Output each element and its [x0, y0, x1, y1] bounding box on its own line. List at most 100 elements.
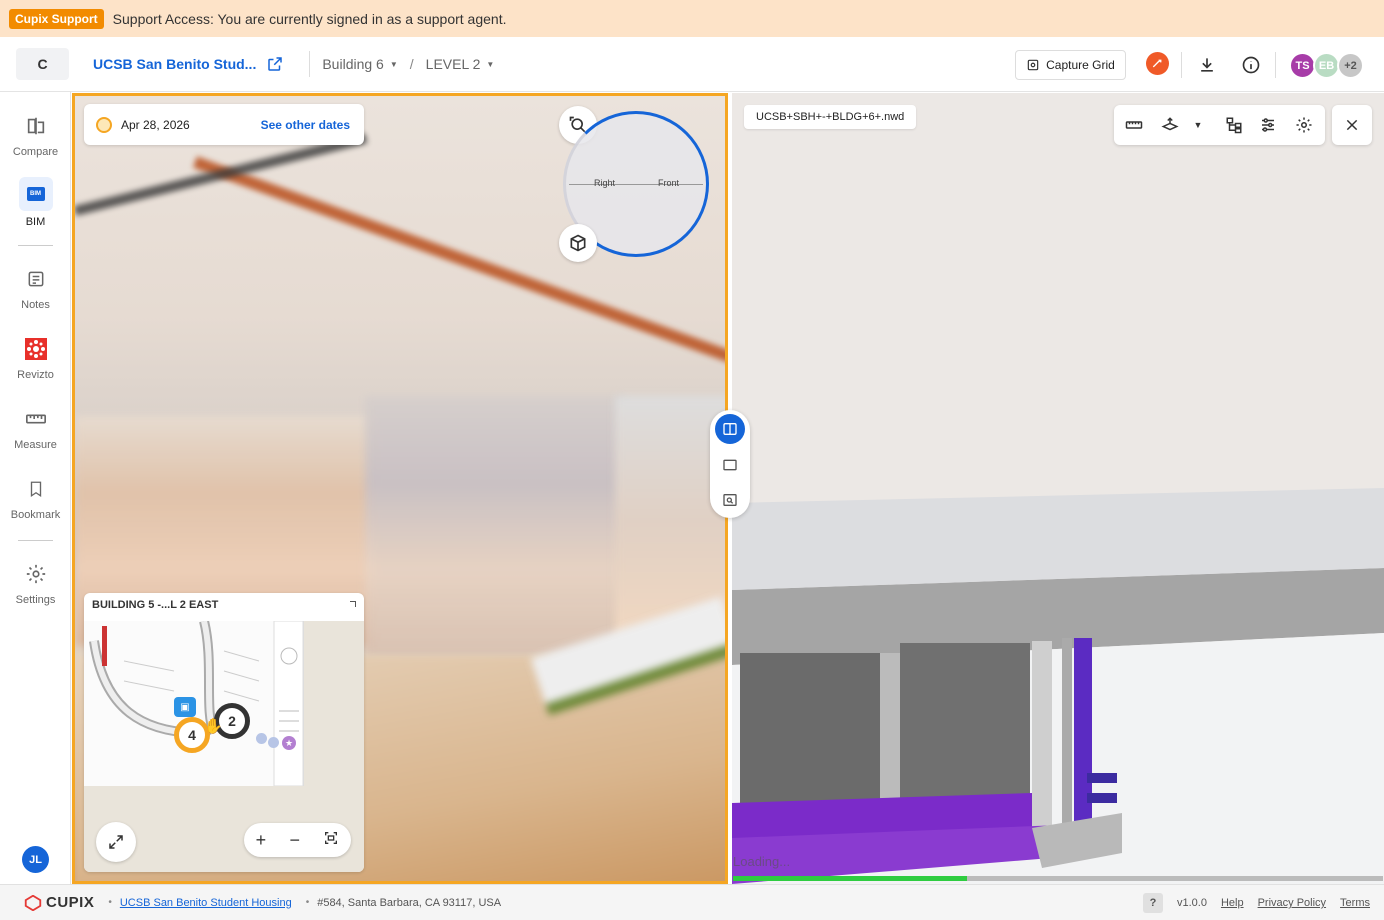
split-view-button[interactable]	[715, 414, 745, 444]
sidebar-item-label: Settings	[15, 594, 56, 606]
level-label: LEVEL 2	[425, 56, 481, 72]
bim-viewer[interactable]	[732, 93, 1384, 884]
camera-marker-icon[interactable]: ▣	[174, 697, 196, 717]
star-marker-icon[interactable]: ★	[282, 736, 296, 750]
left-sidebar: Compare BIM BIM Notes Revizto Measure Bo…	[0, 92, 71, 884]
compass-horizon	[569, 184, 703, 185]
sidebar-item-compare[interactable]: Compare	[0, 112, 71, 158]
footer-separator: •	[305, 897, 310, 908]
capture-date-card: Apr 28, 2026 See other dates	[84, 104, 364, 145]
capture-grid-label: Capture Grid	[1046, 58, 1115, 72]
avatar[interactable]: EB	[1313, 52, 1340, 79]
bim-loading-fill	[733, 876, 967, 881]
cupix-logo-icon	[24, 894, 42, 911]
gear-icon	[22, 560, 50, 588]
close-bim-button[interactable]	[1332, 105, 1372, 145]
help-link[interactable]: Help	[1221, 897, 1244, 909]
revizto-icon	[22, 335, 50, 363]
adjust-sliders-icon[interactable]	[1258, 115, 1278, 135]
sidebar-item-settings[interactable]: Settings	[0, 560, 71, 606]
sidebar-item-label: Compare	[12, 146, 59, 158]
sidebar-item-label: Bookmark	[10, 509, 61, 521]
revizto-sync-icon[interactable]	[1146, 52, 1169, 75]
chevron-down-icon: ▼	[389, 59, 398, 69]
capture-date: Apr 28, 2026	[121, 117, 190, 132]
user-avatar[interactable]: JL	[22, 846, 49, 873]
pano-shelf	[365, 396, 625, 656]
minimap-title: BUILDING 5 -...L 2 EAST	[92, 599, 219, 611]
expand-map-button[interactable]	[96, 822, 136, 862]
sidebar-item-label: Measure	[14, 439, 57, 451]
capture-grid-button[interactable]: Capture Grid	[1015, 50, 1126, 80]
support-banner: Cupix Support Support Access: You are cu…	[0, 0, 1384, 37]
single-view-button[interactable]	[715, 450, 745, 480]
compass-front-label: Front	[658, 178, 680, 188]
sidebar-item-label: BIM	[25, 216, 46, 228]
avatar[interactable]: TS	[1289, 52, 1316, 79]
expand-icon	[109, 835, 123, 849]
compare-icon	[22, 112, 50, 140]
sidebar-item-revizto[interactable]: Revizto	[0, 335, 71, 381]
cupix-logo[interactable]: CUPIX	[24, 894, 94, 911]
brand-name: CUPIX	[46, 894, 95, 911]
breadcrumb-separator: /	[409, 56, 414, 72]
sidebar-item-bim[interactable]: BIM BIM	[0, 177, 71, 228]
map-dot	[256, 733, 267, 744]
expand-corner-icon[interactable]	[350, 601, 356, 607]
ruler-icon	[22, 405, 50, 433]
info-icon[interactable]	[1239, 53, 1263, 77]
sidebar-item-label: Revizto	[17, 369, 54, 381]
floorplan-minimap[interactable]: BUILDING 5 -...L 2 EAST ▣ 2 4 ✋ ★ + −	[84, 593, 364, 872]
download-icon[interactable]	[1195, 53, 1219, 77]
close-icon	[1346, 119, 1358, 131]
bim-loading-text: Loading...	[733, 854, 791, 869]
bim-file-name: UCSB+SBH+-+BLDG+6+.nwd	[744, 105, 917, 129]
project-footer-link[interactable]: UCSB San Benito Student Housing	[120, 897, 292, 909]
cube-icon	[570, 234, 586, 252]
chevron-down-icon[interactable]: ▼	[1188, 115, 1208, 135]
model-tree-icon[interactable]	[1224, 115, 1244, 135]
overlay-search-icon	[723, 494, 737, 506]
map-zoom-controls: + −	[244, 823, 351, 857]
footer-bar: CUPIX • UCSB San Benito Student Housing …	[0, 884, 1384, 920]
notes-icon	[22, 265, 50, 293]
header-divider	[1275, 52, 1276, 78]
ruler-icon[interactable]	[1124, 115, 1144, 135]
header-divider	[1181, 52, 1182, 78]
overlay-view-button[interactable]	[715, 485, 745, 515]
bim-toolbar: ▼	[1114, 105, 1325, 145]
header-divider	[309, 51, 311, 77]
see-other-dates-link[interactable]: See other dates	[261, 118, 350, 132]
sidebar-item-bookmark[interactable]: Bookmark	[0, 475, 71, 521]
building-selector[interactable]: Building 6 ▼	[322, 56, 397, 72]
3d-view-button[interactable]	[559, 224, 597, 262]
terms-link[interactable]: Terms	[1340, 897, 1370, 909]
gear-icon[interactable]	[1294, 115, 1314, 135]
avatar-overflow[interactable]: +2	[1337, 52, 1364, 79]
footer-right: ? v1.0.0 Help Privacy Policy Terms	[1142, 885, 1370, 920]
project-name-link[interactable]: UCSB San Benito Stud...	[93, 56, 256, 72]
hand-cursor-icon: ✋	[204, 718, 223, 735]
zoom-out-button[interactable]: −	[289, 830, 300, 851]
section-plane-icon[interactable]	[1160, 115, 1180, 135]
support-badge: Cupix Support	[9, 8, 104, 29]
privacy-policy-link[interactable]: Privacy Policy	[1258, 897, 1326, 909]
split-view-controls	[710, 410, 750, 518]
help-question-button[interactable]: ?	[1142, 893, 1163, 913]
sidebar-item-label: Notes	[21, 299, 50, 311]
footer-separator: •	[108, 897, 112, 908]
bookmark-icon	[22, 475, 50, 503]
sidebar-item-notes[interactable]: Notes	[0, 265, 71, 311]
project-address: #584, Santa Barbara, CA 93117, USA	[317, 896, 502, 909]
zoom-in-button[interactable]: +	[256, 830, 267, 851]
fit-view-button[interactable]	[323, 830, 339, 851]
compass-right-label: Right	[594, 178, 616, 188]
sun-icon	[96, 116, 112, 133]
sidebar-divider	[18, 245, 53, 246]
sidebar-divider	[18, 540, 53, 541]
external-link-icon[interactable]	[266, 55, 284, 73]
sidebar-item-measure[interactable]: Measure	[0, 405, 71, 451]
level-selector[interactable]: LEVEL 2 ▼	[426, 56, 495, 72]
org-switcher-button[interactable]: C	[16, 48, 69, 80]
map-dot	[268, 737, 279, 748]
